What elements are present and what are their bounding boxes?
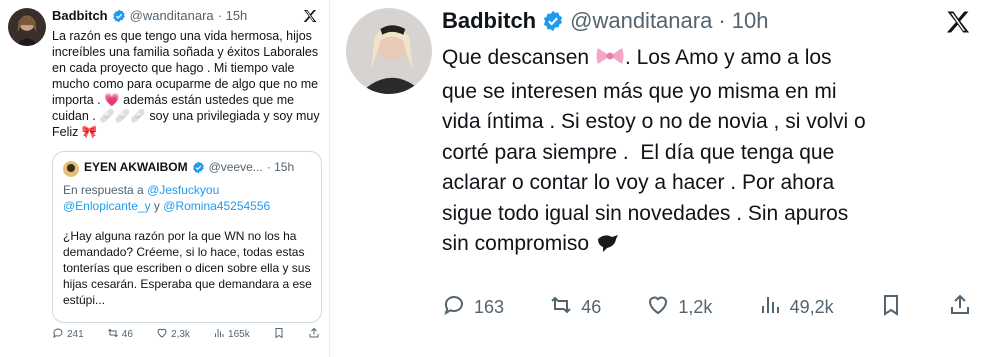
quote-author-name: EYEN AKWAIBOM: [84, 160, 188, 174]
x-logo-icon: [944, 8, 972, 36]
mention-link[interactable]: @Enlopicante_y: [63, 199, 151, 213]
share-button[interactable]: [948, 293, 972, 322]
mention-link[interactable]: @Jesfuckyou: [147, 183, 219, 197]
reply-icon: [442, 293, 466, 322]
repost-count: 46: [121, 329, 133, 340]
avatar[interactable]: [346, 8, 432, 94]
tweet-time[interactable]: · 10h: [718, 8, 768, 34]
share-button[interactable]: [308, 327, 320, 342]
bookmark-icon: [273, 327, 285, 342]
bookmark-button[interactable]: [879, 293, 903, 322]
repost-icon: [107, 327, 119, 342]
ribbon-emoji: [595, 45, 625, 77]
author-handle[interactable]: @wanditanara: [570, 8, 712, 34]
tweet-text: La razón es que tengo una vida hermosa, …: [52, 29, 324, 139]
reply-context: En respuesta a @Jesfuckyou @Enlopicante_…: [63, 182, 315, 214]
views-count: 49,2k: [789, 297, 834, 317]
reply-button[interactable]: 163: [442, 293, 504, 322]
repost-button[interactable]: 46: [549, 293, 601, 322]
mention-link[interactable]: @Romina45254556: [163, 199, 270, 213]
reply-icon: [52, 327, 64, 342]
like-count: 2,3k: [171, 329, 190, 340]
avatar[interactable]: [8, 8, 46, 46]
reply-prefix: En respuesta a: [63, 183, 144, 197]
reply-count: 163: [474, 297, 505, 317]
repost-button[interactable]: 46: [107, 327, 133, 342]
tweet-text-part: Que descansen: [442, 46, 595, 69]
bird-emoji: [595, 229, 621, 263]
verified-badge-icon: [192, 161, 205, 174]
verified-badge-icon: [112, 9, 126, 23]
repost-count: 46: [581, 297, 602, 317]
and-word: y: [153, 199, 160, 213]
bookmark-button[interactable]: [273, 327, 285, 342]
right-tweet-screenshot: Badbitch @wanditanara · 10h Que descanse…: [332, 0, 992, 357]
tweet-text: Que descansen . Los Amo y amo a los que …: [442, 43, 982, 263]
action-bar: 241 46 2,3k 165k: [52, 327, 320, 342]
quoted-tweet[interactable]: EYEN AKWAIBOM @veeve... · 15h En respues…: [52, 151, 322, 323]
like-button[interactable]: 2,3k: [156, 327, 190, 342]
quote-handle: @veeve...: [208, 160, 263, 174]
tweet-time[interactable]: · 15h: [218, 8, 248, 23]
author-name[interactable]: Badbitch: [442, 8, 536, 34]
action-bar: 163 46 1,2k 49,2k: [442, 293, 972, 322]
quote-time: · 15h: [266, 160, 295, 174]
tweet-header: Badbitch @wanditanara · 10h: [442, 8, 768, 34]
tweet-header: Badbitch @wanditanara · 15h: [52, 8, 247, 23]
like-count: 1,2k: [678, 297, 713, 317]
repost-icon: [549, 293, 573, 322]
views-icon: [758, 293, 782, 322]
share-icon: [948, 293, 972, 322]
views-icon: [213, 327, 225, 342]
author-handle[interactable]: @wanditanara: [130, 8, 214, 23]
left-tweet-screenshot: Badbitch @wanditanara · 15h La razón es …: [0, 0, 330, 357]
like-button[interactable]: 1,2k: [646, 293, 712, 322]
tweet-text-part: . Los Amo y amo a los que se interesen m…: [442, 46, 866, 255]
views-button[interactable]: 49,2k: [758, 293, 834, 322]
share-icon: [308, 327, 320, 342]
quote-avatar: [63, 161, 79, 177]
like-icon: [156, 327, 168, 342]
like-icon: [646, 293, 670, 322]
reply-button[interactable]: 241: [52, 327, 84, 342]
views-button[interactable]: 165k: [213, 327, 250, 342]
verified-badge-icon: [542, 10, 564, 32]
quote-text: ¿Hay alguna razón por la que WN no los h…: [63, 229, 316, 307]
quote-header: EYEN AKWAIBOM @veeve... · 15h: [84, 160, 294, 174]
author-name[interactable]: Badbitch: [52, 8, 108, 23]
views-count: 165k: [228, 329, 250, 340]
bookmark-icon: [879, 293, 903, 322]
reply-count: 241: [67, 329, 84, 340]
x-logo-icon: [302, 8, 318, 24]
